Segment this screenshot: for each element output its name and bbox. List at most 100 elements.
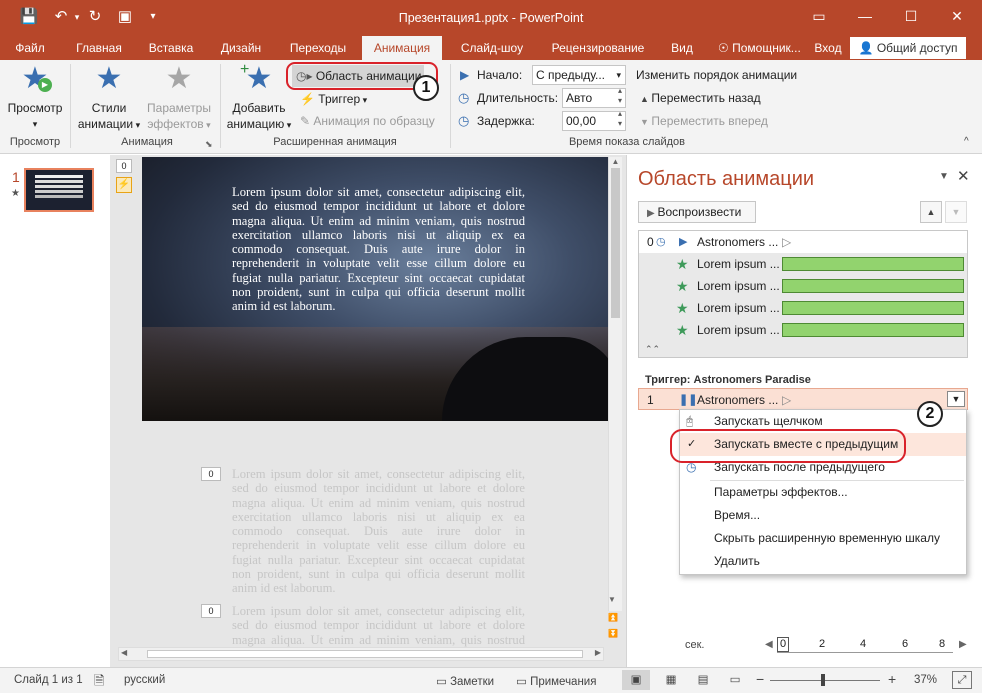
tab-design[interactable]: Дизайн	[210, 36, 272, 60]
trigger-item-number: 1	[647, 393, 654, 407]
scroll-down-icon[interactable]: ▼	[608, 595, 616, 604]
animation-styles-dropdown-icon: ▾	[133, 120, 141, 130]
redo-icon[interactable]: ↻	[84, 6, 106, 28]
comments-button[interactable]: ▭ Примечания	[516, 674, 596, 688]
slideshow-view-icon[interactable]: ▭	[722, 670, 748, 690]
fit-slide-icon[interactable]: ⤢	[952, 671, 972, 689]
minimize-button[interactable]: —	[842, 0, 888, 32]
notes-button[interactable]: ▭ Заметки	[436, 674, 494, 688]
duration-spinner[interactable]: Авто ▴ ▾	[562, 86, 626, 108]
tab-slideshow[interactable]: Слайд-шоу	[452, 36, 532, 60]
sign-in-link[interactable]: Вход	[810, 36, 846, 60]
ribbon-display-options-icon[interactable]: ▭	[796, 0, 842, 32]
language-indicator[interactable]: русский	[124, 674, 165, 686]
move-earlier-button[interactable]: ▲ Переместить назад	[640, 91, 761, 105]
list-item[interactable]: ★ Lorem ipsum ...	[639, 297, 967, 319]
list-item-main[interactable]: 0 ◷ ▶ Astronomers ... ▷	[639, 231, 967, 253]
collapse-contents-icon[interactable]: ⌃⌃	[639, 341, 967, 357]
horizontal-scrollbar[interactable]: ◀ ▶	[118, 647, 604, 661]
spinner-arrows-icon[interactable]: ▴ ▾	[618, 109, 622, 129]
add-animation-button[interactable]: ★ + Добавить анимацию ▾	[224, 62, 294, 133]
scroll-thumb[interactable]	[147, 650, 583, 658]
slide-thumbnails-pane: 1 ★	[0, 155, 110, 667]
scroll-thumb[interactable]	[611, 168, 620, 318]
seconds-label[interactable]: сек.	[685, 639, 705, 651]
menu-item-remove[interactable]: Удалить	[680, 550, 966, 573]
add-animation-label-2: анимацию	[226, 117, 285, 131]
close-button[interactable]: ✕	[934, 0, 980, 32]
menu-item-hide-timeline[interactable]: Скрыть расширенную временную шкалу	[680, 527, 966, 550]
effect-options-label-1: Параметры	[147, 101, 211, 115]
slide-thumbnail[interactable]	[24, 168, 94, 212]
animation-styles-button[interactable]: ★ Стили анимации ▾	[76, 64, 142, 133]
scroll-up-icon[interactable]: ▲	[609, 157, 622, 166]
slide-sorter-icon[interactable]: ▦	[658, 670, 684, 690]
effect-options-button[interactable]: ★ Параметры эффектов ▾	[144, 64, 214, 133]
next-slide-icon[interactable]: ⏬	[608, 629, 618, 638]
pane-options-icon[interactable]: ▼	[939, 171, 949, 182]
tab-animations[interactable]: Анимация	[362, 36, 442, 60]
trigger-dropdown-icon: ▾	[360, 95, 368, 105]
menu-item-effect-options[interactable]: Параметры эффектов...	[680, 481, 966, 504]
scroll-left-icon[interactable]: ◀	[765, 639, 773, 650]
slide-counter[interactable]: Слайд 1 из 1	[14, 674, 83, 686]
reorder-title: Изменить порядок анимации	[636, 68, 798, 82]
start-slideshow-icon[interactable]: ▣	[114, 6, 136, 28]
collapse-ribbon-icon[interactable]: ^	[964, 136, 969, 147]
tab-review[interactable]: Рецензирование	[542, 36, 654, 60]
tab-home[interactable]: Главная	[66, 36, 132, 60]
start-select[interactable]: С предыду... ▾	[532, 65, 626, 85]
maximize-button[interactable]: ☐	[888, 0, 934, 32]
share-button[interactable]: 👤 Общий доступ	[850, 37, 966, 59]
animation-tag[interactable]: 0	[201, 467, 221, 481]
zoom-slider[interactable]	[770, 674, 880, 686]
close-pane-icon[interactable]: ✕	[957, 167, 970, 185]
tell-me-box[interactable]: ☉ Помощник...	[718, 36, 810, 60]
scroll-left-icon[interactable]: ◀	[121, 648, 127, 657]
title-bar: Презентация1.pptx - PowerPoint 💾 ↶ ▾ ↻ ▣…	[0, 0, 982, 36]
list-item[interactable]: ★ Lorem ipsum ...	[639, 319, 967, 341]
dialog-launcher-icon[interactable]: ⬊	[205, 139, 215, 149]
tab-file[interactable]: Файл	[6, 36, 54, 60]
previous-slide-icon[interactable]: ⏫	[608, 613, 618, 622]
preview-label: Просмотр	[7, 101, 63, 115]
list-item[interactable]: ★ Lorem ipsum ...	[639, 275, 967, 297]
vertical-scrollbar[interactable]: ▲	[608, 157, 622, 611]
tab-insert[interactable]: Вставка	[140, 36, 202, 60]
move-down-button[interactable]: ▼	[945, 201, 967, 223]
animation-painter-button[interactable]: ✎ Анимация по образцу	[300, 112, 435, 130]
customize-qat-icon[interactable]: ▾	[142, 6, 164, 28]
move-up-button[interactable]: ▲	[920, 201, 942, 223]
scroll-right-icon[interactable]: ▶	[595, 648, 601, 657]
play-button[interactable]: ▶ Воспроизвести	[638, 201, 756, 223]
trigger-tag-icon[interactable]: ⚡	[116, 177, 132, 193]
menu-item-timing[interactable]: Время...	[680, 504, 966, 527]
save-icon[interactable]: 💾	[18, 6, 40, 28]
timeline-bar[interactable]	[782, 279, 964, 293]
preview-button[interactable]: ★ ▶ Просмотр ▾	[4, 64, 66, 132]
normal-view-icon[interactable]: ▣	[622, 670, 650, 690]
animation-tag[interactable]: 0	[201, 604, 221, 618]
zoom-in-icon[interactable]: +	[888, 671, 896, 687]
trigger-button[interactable]: ⚡ Триггер ▾	[300, 90, 367, 108]
scroll-right-icon[interactable]: ▶	[959, 639, 967, 650]
slide-text-block[interactable]: Lorem ipsum dolor sit amet, consectetur …	[232, 185, 525, 451]
spinner-arrows-icon[interactable]: ▴ ▾	[618, 86, 622, 106]
tab-transitions[interactable]: Переходы	[280, 36, 356, 60]
item-dropdown-icon[interactable]: ▼	[947, 391, 965, 407]
timeline-bar[interactable]	[782, 257, 964, 271]
tab-view[interactable]: Вид	[664, 36, 700, 60]
zoom-slider-thumb[interactable]	[821, 674, 825, 686]
list-item[interactable]: ★ Lorem ipsum ...	[639, 253, 967, 275]
notes-icon: ▭	[436, 676, 451, 688]
spellcheck-icon[interactable]: 🗎	[94, 672, 104, 694]
animation-tag[interactable]: 0	[116, 159, 132, 173]
timeline-bar[interactable]	[782, 301, 964, 315]
move-later-button[interactable]: ▼ Переместить вперед	[640, 114, 768, 128]
timeline-bar[interactable]	[782, 323, 964, 337]
zoom-out-icon[interactable]: −	[756, 671, 764, 687]
reading-view-icon[interactable]: ▤	[690, 670, 716, 690]
zoom-level[interactable]: 37%	[914, 674, 937, 686]
delay-spinner[interactable]: 00,00 ▴ ▾	[562, 109, 626, 131]
notes-label: Заметки	[450, 676, 495, 688]
